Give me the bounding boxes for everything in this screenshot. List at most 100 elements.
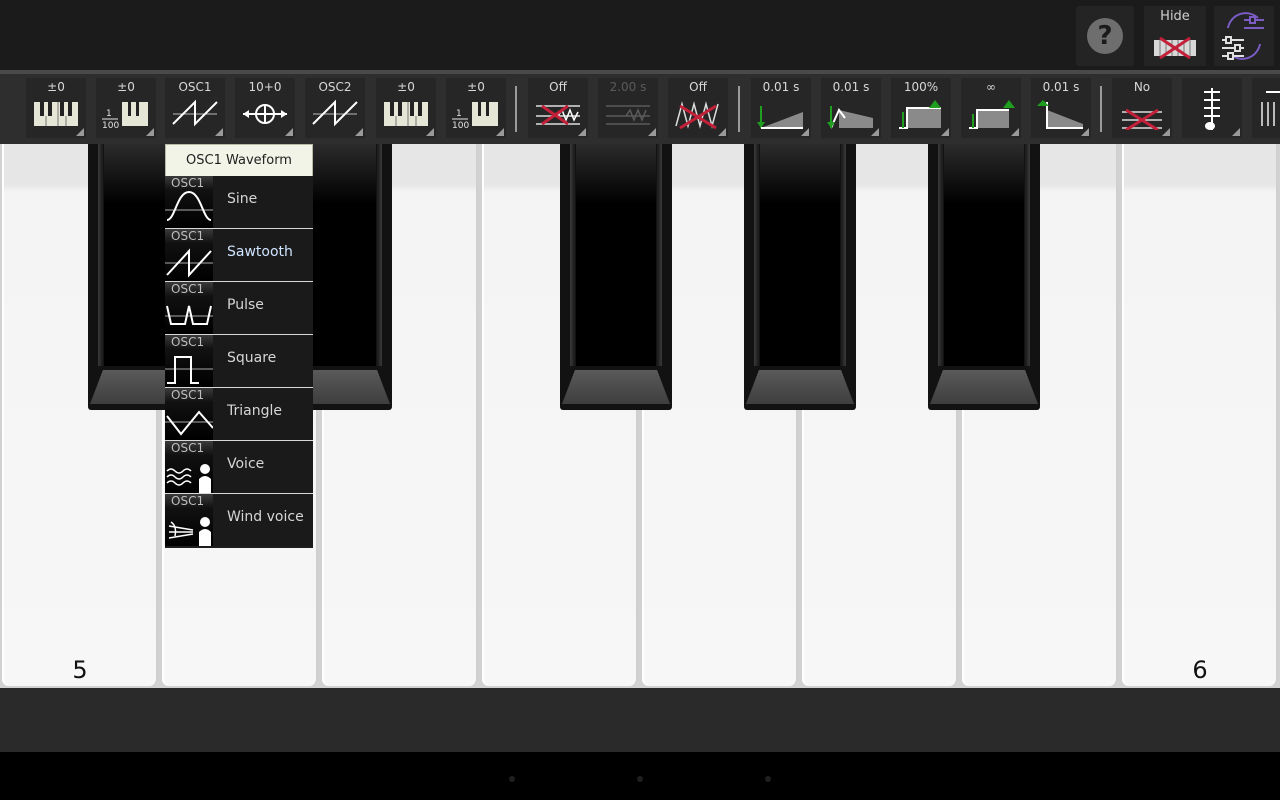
white-key-c6[interactable]: 6	[1122, 144, 1278, 686]
option-thumb: OSC1	[165, 335, 213, 387]
option-thumb: OSC1	[165, 441, 213, 493]
release-value: 0.01 s	[1042, 80, 1080, 94]
dropdown-corner-icon	[496, 128, 504, 136]
sustain-level-button[interactable]: 100%	[891, 78, 951, 138]
decay-value: 0.01 s	[832, 80, 870, 94]
black-key-g-sharp5[interactable]	[744, 144, 856, 410]
osc2-finetune-button[interactable]: ±0 1 100	[446, 78, 506, 138]
osc-tag: OSC1	[171, 282, 205, 296]
osc-mix-icon	[243, 104, 287, 124]
waveform-option-triangle[interactable]: OSC1 Triangle	[165, 388, 313, 441]
effect-value: No	[1133, 80, 1151, 94]
dropdown-corner-icon	[146, 128, 154, 136]
waveform-option-voice[interactable]: OSC1 Voice	[165, 441, 313, 494]
attack-value: 0.01 s	[762, 80, 800, 94]
osc1-finetune-value: ±0	[117, 80, 135, 94]
option-thumb: OSC1	[165, 388, 213, 440]
parameter-toolbar: ±0 ±0 1 100 OSC1 10+0 OSC2 ±0 ±0 1 100 O…	[0, 74, 1280, 144]
osc-tag: OSC1	[171, 335, 205, 349]
hide-toolbar-button[interactable]: Hide	[1144, 6, 1206, 66]
dropdown-corner-icon	[648, 128, 656, 136]
release-envelope-icon	[1037, 100, 1083, 129]
filter-button[interactable]: Off	[668, 78, 728, 138]
nav-recents-icon[interactable]	[765, 776, 771, 782]
help-button[interactable]: ?	[1076, 6, 1134, 66]
attack-button[interactable]: 0.01 s	[751, 78, 811, 138]
waveform-option-pulse[interactable]: OSC1 Pulse	[165, 282, 313, 335]
osc1-waveform-button[interactable]: OSC1	[165, 78, 225, 138]
dropdown-corner-icon	[285, 128, 293, 136]
sine-wave-icon	[165, 190, 213, 221]
slider-settings-button[interactable]	[1182, 78, 1242, 138]
waveform-option-sine[interactable]: OSC1 Sine	[165, 176, 313, 229]
option-thumb: OSC1	[165, 176, 213, 228]
lfo-value: Off	[549, 80, 567, 94]
effect-off-icon	[1122, 108, 1162, 130]
sustain-time-value: ∞	[986, 80, 996, 94]
effect-button[interactable]: No	[1112, 78, 1172, 138]
toolbar-separator	[738, 86, 740, 132]
decay-button[interactable]: 0.01 s	[821, 78, 881, 138]
osc2-waveform-button[interactable]: OSC2	[305, 78, 365, 138]
option-label: Sawtooth	[227, 244, 293, 260]
waveform-option-square[interactable]: OSC1 Square	[165, 335, 313, 388]
dropdown-corner-icon	[215, 128, 223, 136]
osc2-transpose-button[interactable]: ±0	[376, 78, 436, 138]
lfo-rate-button[interactable]: 2.00 s	[598, 78, 658, 138]
wind-voice-icon	[168, 517, 211, 546]
svg-text:1: 1	[456, 109, 462, 119]
synth-app: ? Hide ±0 ±0 1 100 OSC1 10+0 OSC2 ±0 ±0 …	[0, 0, 1280, 800]
nav-home-icon[interactable]	[637, 776, 643, 782]
osc1-waveform-label: OSC1	[178, 80, 212, 94]
lfo-button[interactable]: Off	[528, 78, 588, 138]
mixer-icon	[1261, 91, 1280, 126]
lfo-off-icon	[536, 104, 580, 126]
sawtooth-wave-icon	[312, 99, 358, 127]
dropdown-corner-icon	[578, 128, 586, 136]
dropdown-corner-icon	[871, 128, 879, 136]
option-label: Wind voice	[227, 509, 304, 525]
sustain-time-button[interactable]: ∞	[961, 78, 1021, 138]
square-wave-icon	[165, 356, 213, 384]
help-icon: ?	[1087, 18, 1123, 54]
settings-button[interactable]	[1214, 6, 1274, 66]
keyboard-transpose-icon	[384, 102, 428, 126]
attack-envelope-icon	[757, 106, 803, 129]
mixer-button[interactable]	[1252, 78, 1280, 138]
sustain-level-icon	[899, 100, 941, 129]
osc-mix-button[interactable]: 10+0	[235, 78, 295, 138]
osc-tag: OSC1	[171, 229, 205, 243]
top-bar: ? Hide	[0, 0, 1280, 70]
keyboard-transpose-icon	[34, 102, 78, 126]
lfo-rate-icon	[606, 105, 650, 125]
black-key-a-sharp5[interactable]	[928, 144, 1040, 410]
osc-tag: OSC1	[171, 494, 205, 508]
toolbar-separator	[515, 86, 517, 132]
dropdown-corner-icon	[1232, 128, 1240, 136]
osc2-finetune-value: ±0	[467, 80, 485, 94]
osc1-waveform-dropdown: OSC1 Waveform OSC1 Sine OSC1 Sawtooth OS…	[165, 144, 313, 548]
waveform-option-sawtooth[interactable]: OSC1 Sawtooth	[165, 229, 313, 282]
lfo-rate-value: 2.00 s	[609, 80, 647, 94]
decay-envelope-icon	[827, 106, 873, 129]
octave-label: 5	[72, 656, 88, 684]
sustain-time-icon	[969, 100, 1015, 129]
dropdown-corner-icon	[801, 128, 809, 136]
osc1-finetune-button[interactable]: ±0 1 100	[96, 78, 156, 138]
dropdown-corner-icon	[1011, 128, 1019, 136]
dropdown-title: OSC1 Waveform	[165, 144, 313, 177]
osc-tag: OSC1	[171, 388, 205, 402]
dropdown-corner-icon	[76, 128, 84, 136]
osc1-transpose-button[interactable]: ±0	[26, 78, 86, 138]
release-button[interactable]: 0.01 s	[1031, 78, 1091, 138]
fine-tune-icon: 1 100	[452, 102, 498, 130]
option-thumb: OSC1	[165, 494, 213, 546]
nav-back-icon[interactable]	[509, 776, 515, 782]
svg-text:1: 1	[106, 109, 112, 119]
osc-tag: OSC1	[171, 441, 205, 455]
filter-off-icon	[675, 101, 719, 130]
waveform-option-wind-voice[interactable]: OSC1 Wind voice	[165, 494, 313, 546]
option-label: Triangle	[227, 403, 282, 419]
option-label: Square	[227, 350, 277, 366]
black-key-f-sharp5[interactable]	[560, 144, 672, 410]
